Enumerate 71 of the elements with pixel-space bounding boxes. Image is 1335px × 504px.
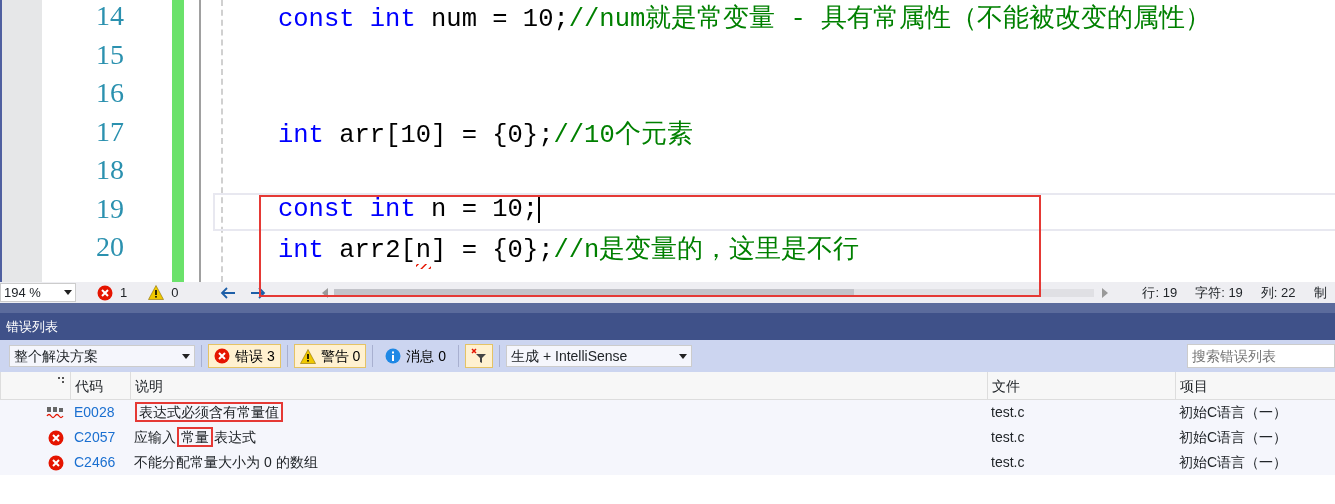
line-number: 20 xyxy=(96,231,124,262)
text-cursor xyxy=(538,194,541,223)
project-name: 初始C语言（一） xyxy=(1178,453,1289,472)
project-name: 初始C语言（一） xyxy=(1178,403,1289,422)
scrollbar-thumb[interactable] xyxy=(334,288,855,297)
error-code-link[interactable]: E0028 xyxy=(70,402,130,423)
project-name: 初始C语言（一） xyxy=(1178,428,1289,447)
warning-icon xyxy=(299,348,316,364)
column-header[interactable]: 文件 xyxy=(987,372,1175,399)
filter-icon xyxy=(471,348,488,364)
search-field[interactable]: 搜索错误列表 xyxy=(1187,344,1335,368)
error-code-link[interactable]: C2057 xyxy=(70,427,130,448)
error-code-link[interactable]: C2466 xyxy=(70,452,130,473)
error-description: 不能分配常量大小为 0 的数组 xyxy=(134,454,318,470)
error-icon xyxy=(97,284,113,301)
scrollbar-track[interactable] xyxy=(334,288,1095,297)
caret-icon xyxy=(64,290,72,295)
column-header[interactable]: 项目 xyxy=(1175,372,1335,399)
code-keyword: const xyxy=(278,5,355,34)
error-description: 表达式必须含有常量值 xyxy=(134,404,284,420)
column-header[interactable]: 说明 xyxy=(130,372,987,399)
warning-icon xyxy=(148,285,165,300)
code-comment: //num就是常变量 - 具有常属性（不能被改变的属性） xyxy=(568,5,1212,34)
code-keyword: int xyxy=(368,5,416,34)
warning-count: 0 xyxy=(171,283,179,302)
source-dropdown[interactable]: 生成 + IntelliSense xyxy=(506,345,693,367)
code-text: num = 10; xyxy=(430,5,569,34)
error-icon xyxy=(48,454,64,471)
code-comment: //n是变量的，这里是不行 xyxy=(553,236,860,265)
status-label: 制 xyxy=(1313,283,1327,302)
filter-button[interactable]: 警告 0 xyxy=(293,344,367,368)
code-text: arr[10] = {0}; xyxy=(338,120,554,150)
line-number: 19 xyxy=(96,192,124,224)
char-position: 字符: 19 xyxy=(1195,283,1243,302)
code-text: arr2[ xyxy=(338,236,416,265)
file-name: test.c xyxy=(990,403,1026,422)
error-icon xyxy=(214,348,230,364)
error-icon xyxy=(48,429,64,446)
back-arrow-icon[interactable] xyxy=(220,286,237,299)
file-name: test.c xyxy=(990,428,1026,447)
error-count: 1 xyxy=(120,283,128,302)
code-text: n = 10; xyxy=(430,194,539,224)
line-number: 18 xyxy=(96,154,124,185)
line-number: 14 xyxy=(96,0,124,31)
line-position: 行: 19 xyxy=(1142,283,1178,302)
zoom-dropdown[interactable]: 194 % xyxy=(0,283,76,302)
caret-icon xyxy=(679,353,688,359)
line-number: 16 xyxy=(96,77,124,108)
code-keyword: const xyxy=(278,194,355,224)
caret-icon xyxy=(182,353,190,359)
file-name: test.c xyxy=(990,453,1026,472)
forward-arrow-icon[interactable] xyxy=(250,286,267,299)
column-header[interactable]: 代码 xyxy=(70,372,130,399)
code-comment: //10个元素 xyxy=(553,120,693,150)
code-keyword: int xyxy=(278,236,324,265)
scroll-left-icon[interactable] xyxy=(322,287,329,298)
scope-dropdown[interactable]: 整个解决方案 xyxy=(9,345,195,367)
code-text: ] = {0}; xyxy=(431,236,554,265)
filter-button[interactable]: 错误 3 xyxy=(208,344,281,368)
error-description: 应输入 常量 表达式 xyxy=(134,429,256,445)
code-keyword: int xyxy=(278,120,324,150)
panel-title: 错误列表 xyxy=(0,313,1335,340)
line-number: 15 xyxy=(96,38,124,70)
clear-filter-button[interactable] xyxy=(465,344,494,368)
line-number: 17 xyxy=(96,115,124,147)
spell-check-icon xyxy=(46,406,64,419)
info-icon xyxy=(385,348,402,364)
column-position: 列: 22 xyxy=(1260,283,1296,302)
code-keyword: int xyxy=(368,194,416,224)
filter-button[interactable]: 消息 0 xyxy=(379,344,453,368)
column-options-icon[interactable] xyxy=(58,377,64,383)
